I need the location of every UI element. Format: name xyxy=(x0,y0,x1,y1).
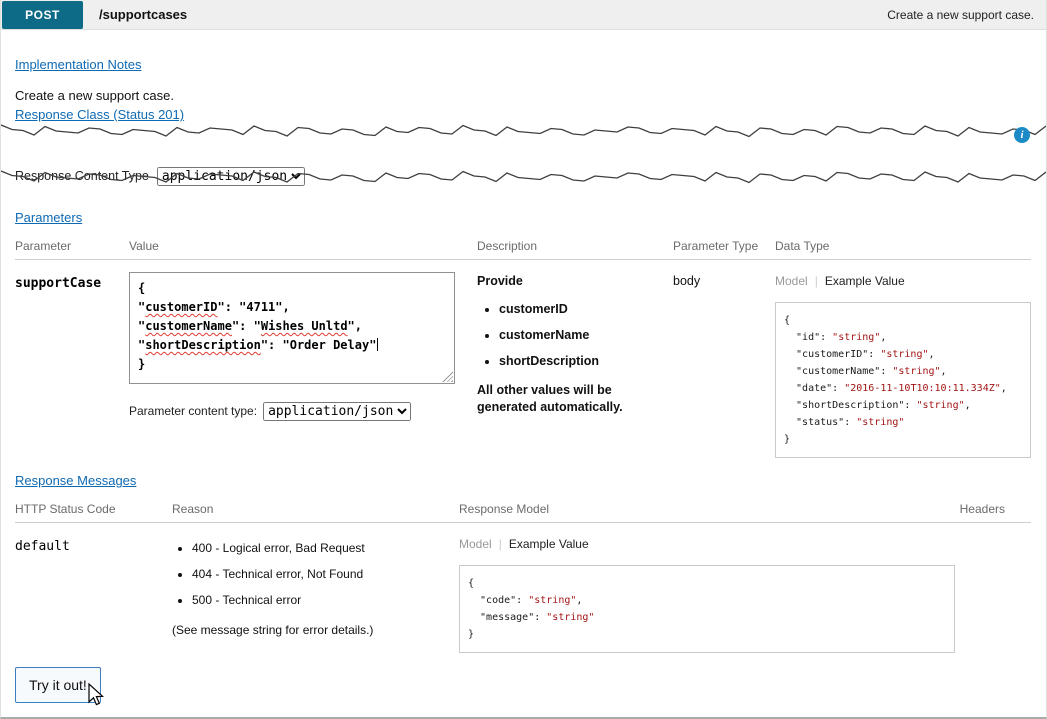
parameter-row-supportcase: supportCase { "customerID": "4711", "cus… xyxy=(15,260,1031,458)
parameter-content-type-select[interactable]: application/json xyxy=(263,402,411,421)
description-note: All other values will be generated autom… xyxy=(477,382,659,416)
response-content-type-label: Response Content Type xyxy=(15,169,149,183)
model-example-tabs: Model | Example Value xyxy=(459,537,955,551)
parameter-type-cell: body xyxy=(673,272,775,288)
endpoint-path[interactable]: /supportcases xyxy=(99,7,187,22)
description-intro: Provide xyxy=(477,274,659,288)
parameter-value-cell: { "customerID": "4711", "customerName": … xyxy=(129,272,477,421)
tab-separator: | xyxy=(499,537,502,551)
col-value: Value xyxy=(129,239,477,253)
response-model-cell: Model | Example Value { "code": "string", … xyxy=(459,535,955,653)
info-icon[interactable]: i xyxy=(1014,127,1030,143)
response-reason-cell: 400 - Logical error, Bad Request 404 - T… xyxy=(172,535,459,649)
response-messages-section: Response Messages HTTP Status Code Reaso… xyxy=(1,472,1046,653)
torn-section: Response Class (Status 201) i Response C… xyxy=(1,105,1046,205)
implementation-notes-section: Implementation Notes Create a new suppor… xyxy=(1,30,1046,103)
api-operation-panel: POST /supportcases Create a new support … xyxy=(0,0,1047,719)
example-value-box: { "id": "string", "customerID": "string"… xyxy=(775,302,1031,458)
tab-model[interactable]: Model xyxy=(775,274,808,288)
description-bullet: customerID xyxy=(499,302,659,316)
reason-bullet: 404 - Technical error, Not Found xyxy=(192,567,459,581)
reason-bullet: 400 - Logical error, Bad Request xyxy=(192,541,459,555)
col-parameter-type: Parameter Type xyxy=(673,239,775,253)
reason-note: (See message string for error details.) xyxy=(172,623,459,637)
description-bullet-list: customerID customerName shortDescription xyxy=(477,302,659,368)
parameters-link[interactable]: Parameters xyxy=(15,210,82,225)
response-table-header: HTTP Status Code Reason Response Model H… xyxy=(15,502,1031,523)
col-response-model: Response Model xyxy=(459,502,955,516)
tab-example-value[interactable]: Example Value xyxy=(509,537,589,551)
response-example-value-box: { "code": "string", "message": "string" … xyxy=(459,565,955,653)
description-bullet: customerName xyxy=(499,328,659,342)
response-row-default: default 400 - Logical error, Bad Request… xyxy=(15,523,1031,653)
operation-summary: Create a new support case. xyxy=(887,8,1034,22)
tab-separator: | xyxy=(815,274,818,288)
col-data-type: Data Type xyxy=(775,239,1031,253)
model-example-tabs: Model | Example Value xyxy=(775,274,1031,288)
response-status-code: default xyxy=(15,535,172,554)
parameter-content-type-label: Parameter content type: xyxy=(129,404,257,418)
col-description: Description xyxy=(477,239,673,253)
operation-header: POST /supportcases Create a new support … xyxy=(1,0,1046,30)
parameters-table-header: Parameter Value Description Parameter Ty… xyxy=(15,239,1031,260)
description-bullet: shortDescription xyxy=(499,354,659,368)
tab-model[interactable]: Model xyxy=(459,537,492,551)
reason-bullet: 500 - Technical error xyxy=(192,593,459,607)
data-type-cell: Model | Example Value { "id": "string", "c… xyxy=(775,272,1031,458)
reason-bullet-list: 400 - Logical error, Bad Request 404 - T… xyxy=(172,541,459,607)
response-content-type-select[interactable]: application/json xyxy=(157,167,305,186)
col-parameter: Parameter xyxy=(15,239,129,253)
implementation-notes-link[interactable]: Implementation Notes xyxy=(15,57,141,72)
col-reason: Reason xyxy=(172,502,459,516)
tab-example-value[interactable]: Example Value xyxy=(825,274,905,288)
http-method-badge[interactable]: POST xyxy=(2,1,83,29)
parameter-value-editor[interactable]: { "customerID": "4711", "customerName": … xyxy=(129,272,455,384)
response-content-type-row: Response Content Type application/json xyxy=(15,167,305,186)
response-class-link[interactable]: Response Class (Status 201) xyxy=(15,107,184,122)
try-it-out-button[interactable]: Try it out! xyxy=(15,667,101,703)
col-http-status-code: HTTP Status Code xyxy=(15,502,172,516)
parameters-section: Parameters Parameter Value Description P… xyxy=(1,209,1046,458)
parameter-description-cell: Provide customerID customerName shortDes… xyxy=(477,272,673,416)
parameter-name: supportCase xyxy=(15,272,129,291)
parameter-content-type-row: Parameter content type: application/json xyxy=(129,402,477,421)
torn-edge-top xyxy=(1,125,1046,137)
response-messages-link[interactable]: Response Messages xyxy=(15,473,136,488)
col-headers: Headers xyxy=(955,502,1031,516)
implementation-notes-text: Create a new support case. xyxy=(15,88,1032,103)
